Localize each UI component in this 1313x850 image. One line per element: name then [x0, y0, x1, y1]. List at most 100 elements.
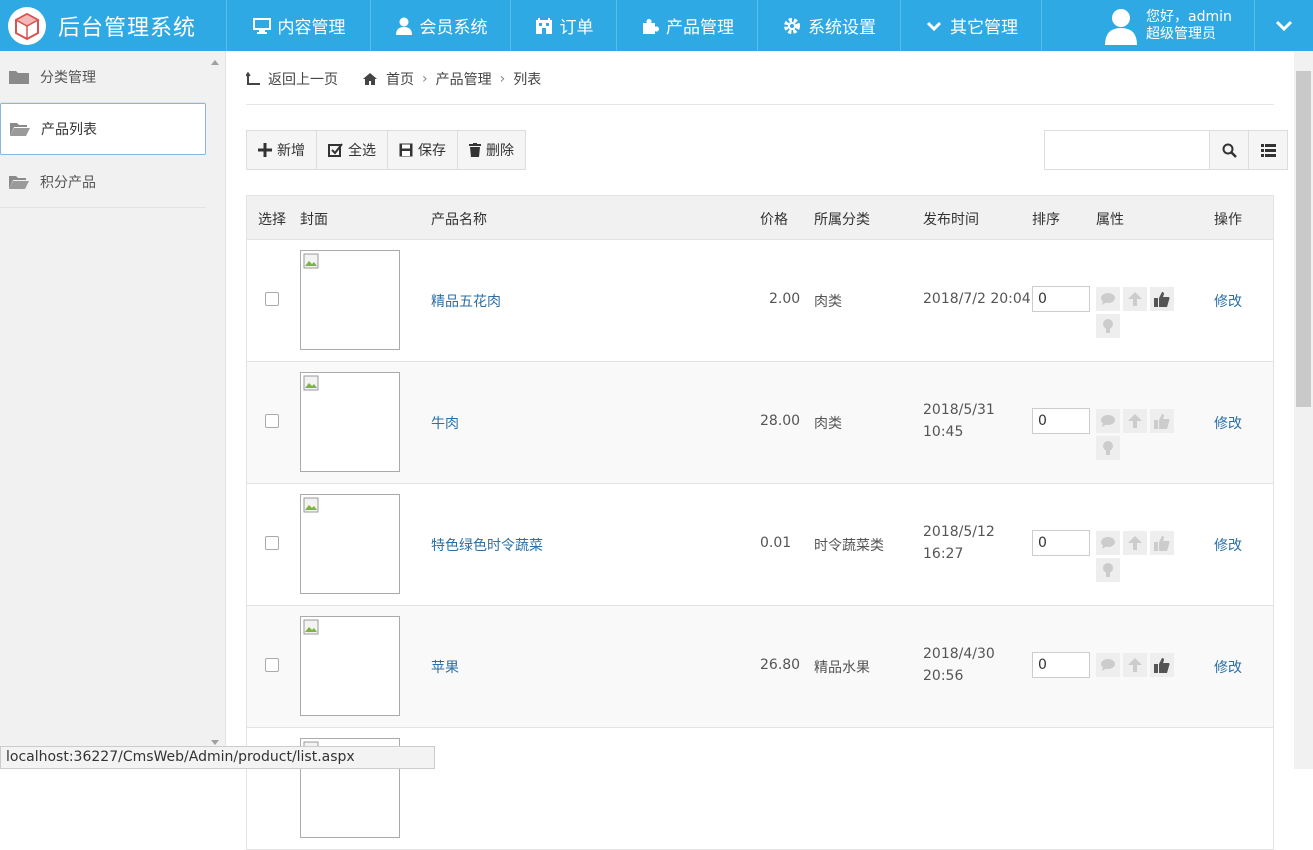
- order-input[interactable]: 0: [1032, 286, 1090, 312]
- sidebar-item-category-management[interactable]: 分类管理: [0, 51, 206, 103]
- price-value: 28.00: [760, 413, 801, 429]
- price-value: 26.80: [760, 657, 801, 673]
- order-input[interactable]: 0: [1032, 652, 1090, 678]
- table-row: 苹果 26.80 精品水果 2018/4/30 20:56 0 修改: [247, 606, 1273, 728]
- user-icon: [394, 16, 414, 36]
- nav-orders[interactable]: 订单: [510, 0, 616, 51]
- cover-image: [300, 372, 400, 472]
- delete-button[interactable]: 删除: [458, 131, 525, 169]
- edit-link[interactable]: 修改: [1214, 413, 1242, 433]
- nav-label: 会员系统: [419, 18, 488, 38]
- header-menu-toggle[interactable]: [1254, 0, 1313, 51]
- logo[interactable]: 后台管理系统: [0, 0, 226, 51]
- lightbulb-icon[interactable]: [1096, 558, 1120, 582]
- delete-button-label: 删除: [486, 143, 514, 159]
- comment-icon[interactable]: [1096, 409, 1120, 433]
- status-bar-url: localhost:36227/CmsWeb/Admin/product/lis…: [0, 746, 435, 769]
- published-time: 2018/4/30: [923, 646, 995, 662]
- category-value: 精品水果: [814, 660, 870, 676]
- col-cover: 封面: [300, 212, 328, 228]
- thumbs-up-icon[interactable]: [1150, 531, 1174, 555]
- lightbulb-icon[interactable]: [1096, 314, 1120, 338]
- building-icon: [534, 16, 554, 36]
- list-view-button[interactable]: [1248, 131, 1287, 169]
- select-all-button[interactable]: 全选: [317, 131, 388, 169]
- edit-link[interactable]: 修改: [1214, 657, 1242, 677]
- monitor-icon: [252, 16, 272, 36]
- nav-system-settings[interactable]: 系统设置: [757, 0, 900, 51]
- toolbar: 新增 全选 保存 删除: [246, 130, 526, 170]
- nav-content-management[interactable]: 内容管理: [226, 0, 370, 51]
- nav-label: 订单: [559, 18, 594, 38]
- arrow-up-icon[interactable]: [1123, 287, 1147, 311]
- cover-image: [300, 250, 400, 350]
- product-name-link[interactable]: 牛肉: [431, 413, 459, 433]
- save-button[interactable]: 保存: [388, 131, 458, 169]
- scroll-up-arrow-icon[interactable]: [211, 60, 219, 65]
- comment-icon[interactable]: [1096, 287, 1120, 311]
- arrow-up-icon[interactable]: [1123, 531, 1147, 555]
- edit-link[interactable]: 修改: [1214, 535, 1242, 555]
- thumbs-up-icon[interactable]: [1150, 653, 1174, 677]
- back-link[interactable]: 返回上一页: [268, 69, 338, 89]
- col-published: 发布时间: [923, 212, 979, 228]
- arrow-up-icon[interactable]: [1123, 409, 1147, 433]
- scroll-down-arrow-icon[interactable]: [211, 740, 219, 745]
- row-checkbox[interactable]: [265, 414, 279, 428]
- published-time-line2: 16:27: [923, 546, 964, 562]
- order-input[interactable]: 0: [1032, 530, 1090, 556]
- breadcrumb-separator-icon: ›: [499, 71, 506, 87]
- nav-other-management[interactable]: 其它管理: [900, 0, 1042, 51]
- sidebar-scrollbar[interactable]: [206, 51, 225, 769]
- sidebar-item-label: 产品列表: [41, 122, 97, 138]
- sidebar: 分类管理 产品列表 积分产品: [0, 51, 226, 769]
- breadcrumb-home[interactable]: 首页: [386, 69, 414, 89]
- breadcrumb-section[interactable]: 产品管理: [436, 69, 492, 89]
- edit-link[interactable]: 修改: [1214, 291, 1242, 311]
- gear-icon: [782, 16, 802, 36]
- user-role: 超级管理员: [1146, 25, 1216, 42]
- checkbox-icon: [328, 143, 343, 157]
- comment-icon[interactable]: [1096, 531, 1120, 555]
- breadcrumb: 返回上一页 首页 › 产品管理 › 列表: [246, 69, 541, 89]
- user-info[interactable]: 您好，admin 超级管理员: [1096, 0, 1254, 51]
- nav-member-system[interactable]: 会员系统: [370, 0, 510, 51]
- back-arrow-icon: [246, 72, 260, 85]
- lightbulb-icon[interactable]: [1096, 436, 1120, 460]
- search-input[interactable]: [1045, 131, 1209, 169]
- sidebar-item-points-products[interactable]: 积分产品: [0, 156, 206, 208]
- top-bar: 后台管理系统 内容管理 会员系统 订单 产品管理 系统设置 其它管理 您好，ad…: [0, 0, 1313, 51]
- save-button-label: 保存: [418, 143, 446, 159]
- search-button[interactable]: [1209, 131, 1248, 169]
- category-value: 肉类: [814, 416, 842, 432]
- nav-label: 系统设置: [808, 18, 876, 38]
- thumbs-up-icon[interactable]: [1150, 287, 1174, 311]
- order-input[interactable]: 0: [1032, 408, 1090, 434]
- row-checkbox[interactable]: [265, 658, 279, 672]
- published-time: 2018/5/12: [923, 524, 995, 540]
- folder-icon: [9, 175, 29, 189]
- scrollbar-thumb[interactable]: [1296, 71, 1311, 407]
- product-name-link[interactable]: 特色绿色时令蔬菜: [431, 535, 543, 555]
- puzzle-icon: [640, 16, 660, 36]
- plus-icon: [258, 143, 272, 157]
- price-value: 2.00: [769, 291, 801, 307]
- page-scrollbar[interactable]: [1294, 51, 1313, 769]
- row-checkbox[interactable]: [265, 536, 279, 550]
- row-checkbox[interactable]: [265, 292, 279, 306]
- list-icon: [1260, 143, 1276, 157]
- col-name: 产品名称: [431, 212, 487, 228]
- comment-icon[interactable]: [1096, 653, 1120, 677]
- sidebar-item-product-list[interactable]: 产品列表: [0, 103, 206, 155]
- category-value: 时令蔬菜类: [814, 538, 884, 554]
- product-name-link[interactable]: 精品五花肉: [431, 291, 501, 311]
- cover-image: [300, 494, 400, 594]
- arrow-up-icon[interactable]: [1123, 653, 1147, 677]
- add-button[interactable]: 新增: [247, 131, 317, 169]
- trash-icon: [469, 143, 481, 157]
- nav-product-management[interactable]: 产品管理: [616, 0, 757, 51]
- main-content: 返回上一页 首页 › 产品管理 › 列表 新增 全选 保存 删除 选择 封面 产…: [226, 51, 1294, 850]
- col-price: 价格: [760, 212, 788, 228]
- product-name-link[interactable]: 苹果: [431, 657, 459, 677]
- thumbs-up-icon[interactable]: [1150, 409, 1174, 433]
